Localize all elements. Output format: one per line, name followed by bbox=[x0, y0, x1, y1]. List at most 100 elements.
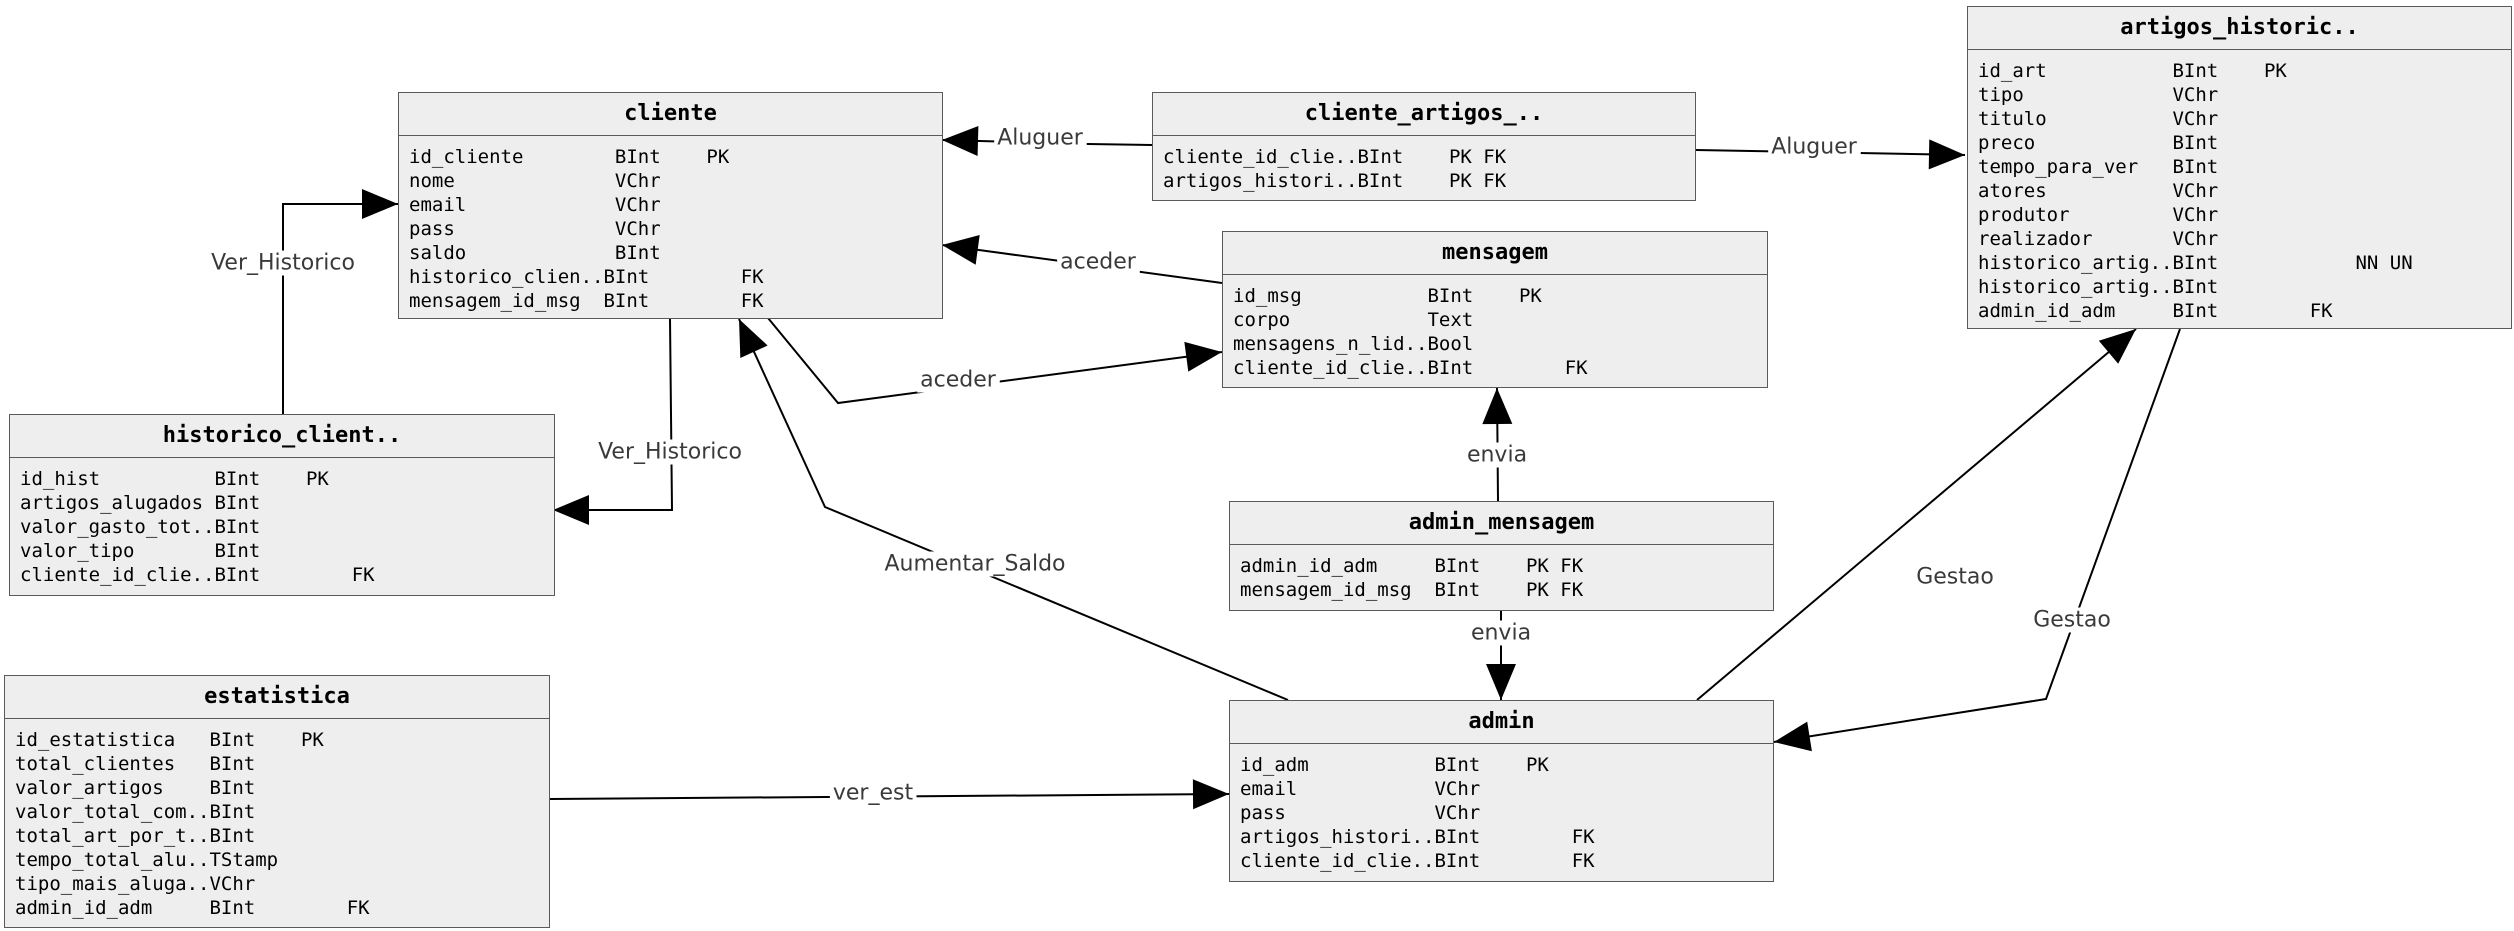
entity-title: estatistica bbox=[5, 676, 549, 719]
attribute-row: historico_artig..BInt bbox=[1978, 276, 2219, 298]
relationship-ver-est: ver_est bbox=[549, 779, 1230, 810]
arrow-head-icon bbox=[362, 189, 398, 219]
attribute-list: id_adm BInt PK email VChr pass VChr arti… bbox=[1230, 744, 1773, 873]
attribute-row: total_clientes BInt bbox=[15, 753, 256, 775]
arrow-head-icon bbox=[553, 495, 589, 525]
attribute-row: produtor VChr bbox=[1978, 204, 2219, 226]
attribute-row: admin_id_adm BInt PK FK bbox=[1240, 555, 1584, 577]
entity-cliente[interactable]: cliente id_cliente BInt PK nome VChr ema… bbox=[398, 92, 943, 319]
attribute-row: historico_artig..BInt NN UN bbox=[1978, 252, 2413, 274]
attribute-row: id_art BInt PK bbox=[1978, 60, 2287, 82]
entity-title: mensagem bbox=[1223, 232, 1767, 275]
attribute-row: admin_id_adm BInt FK bbox=[15, 897, 370, 919]
attribute-row: preco BInt bbox=[1978, 132, 2219, 154]
attribute-row: artigos_histori..BInt FK bbox=[1240, 826, 1595, 848]
attribute-row: cliente_id_clie..BInt PK FK bbox=[1163, 146, 1507, 168]
attribute-row: id_hist BInt PK bbox=[20, 468, 329, 490]
attribute-row: tempo_total_alu..TStamp bbox=[15, 849, 279, 871]
attribute-list: id_msg BInt PK corpo Text mensagens_n_li… bbox=[1223, 275, 1767, 380]
attribute-list: admin_id_adm BInt PK FK mensagem_id_msg … bbox=[1230, 545, 1773, 602]
attribute-row: cliente_id_clie..BInt FK bbox=[20, 564, 375, 586]
arrow-head-icon bbox=[1486, 664, 1516, 700]
attribute-row: pass VChr bbox=[409, 218, 661, 240]
entity-mensagem[interactable]: mensagem id_msg BInt PK corpo Text mensa… bbox=[1222, 231, 1768, 388]
attribute-row: titulo VChr bbox=[1978, 108, 2219, 130]
attribute-row: cliente_id_clie..BInt FK bbox=[1240, 850, 1595, 872]
arrow-head-icon bbox=[1184, 341, 1222, 372]
attribute-row: admin_id_adm BInt FK bbox=[1978, 300, 2333, 322]
entity-cliente-artigos[interactable]: cliente_artigos_.. cliente_id_clie..BInt… bbox=[1152, 92, 1696, 201]
relationship-gestao-down: Gestao bbox=[1773, 328, 2181, 752]
attribute-row: artigos_alugados BInt bbox=[20, 492, 261, 514]
attribute-list: cliente_id_clie..BInt PK FK artigos_hist… bbox=[1153, 136, 1695, 193]
relationship-label: aceder bbox=[1060, 250, 1137, 275]
relationship-label: Aluguer bbox=[1771, 135, 1858, 160]
relationship-label: envia bbox=[1471, 621, 1531, 646]
entity-title: admin_mensagem bbox=[1230, 502, 1773, 545]
attribute-row: valor_tipo BInt bbox=[20, 540, 261, 562]
attribute-row: id_msg BInt PK bbox=[1233, 285, 1542, 307]
attribute-row: tipo_mais_aluga..VChr bbox=[15, 873, 256, 895]
connector-line bbox=[553, 318, 674, 511]
attribute-row: tipo VChr bbox=[1978, 84, 2219, 106]
arrow-head-icon bbox=[942, 234, 980, 265]
attribute-row: cliente_id_clie..BInt FK bbox=[1233, 357, 1588, 379]
entity-title: admin bbox=[1230, 701, 1773, 744]
attribute-row: historico_clien..BInt FK bbox=[409, 266, 764, 288]
relationship-label: ver_est bbox=[833, 781, 914, 806]
attribute-list: id_art BInt PK tipo VChr titulo VChr pre… bbox=[1968, 50, 2511, 323]
arrow-head-icon bbox=[942, 125, 979, 156]
entity-title: cliente_artigos_.. bbox=[1153, 93, 1695, 136]
entity-artigos-historic[interactable]: artigos_historic.. id_art BInt PK tipo V… bbox=[1967, 6, 2512, 329]
attribute-row: total_art_por_t..BInt bbox=[15, 825, 256, 847]
connector-line bbox=[282, 203, 398, 414]
relationship-aumentar-saldo: Aumentar_Saldo bbox=[738, 318, 1289, 701]
attribute-row: id_adm BInt PK bbox=[1240, 754, 1549, 776]
attribute-list: id_cliente BInt PK nome VChr email VChr … bbox=[399, 136, 942, 313]
relationship-aluguer-artigos: Aluguer bbox=[1695, 134, 1966, 170]
attribute-row: tempo_para_ver BInt bbox=[1978, 156, 2219, 178]
relationship-label: aceder bbox=[920, 368, 997, 393]
relationship-label: Ver_Historico bbox=[211, 251, 355, 276]
attribute-row: mensagem_id_msg BInt PK FK bbox=[1240, 579, 1584, 601]
attribute-list: id_hist BInt PK artigos_alugados BInt va… bbox=[10, 458, 554, 587]
attribute-row: valor_artigos BInt bbox=[15, 777, 256, 799]
entity-estatistica[interactable]: estatistica id_estatistica BInt PK total… bbox=[4, 675, 550, 928]
connector-line bbox=[1773, 328, 2181, 743]
entity-historico-client[interactable]: historico_client.. id_hist BInt PK artig… bbox=[9, 414, 555, 596]
attribute-row: valor_total_com..BInt bbox=[15, 801, 256, 823]
attribute-row: atores VChr bbox=[1978, 180, 2219, 202]
relationship-label: Aluguer bbox=[997, 126, 1084, 151]
relationship-envia-down: envia bbox=[1467, 611, 1535, 700]
relationship-envia-up: envia bbox=[1463, 387, 1531, 502]
relationship-ver-historico-up: Ver_Historico bbox=[208, 189, 398, 414]
connector-line bbox=[738, 318, 1289, 701]
relationship-label: Gestao bbox=[1916, 565, 1994, 590]
arrow-head-icon bbox=[1482, 388, 1513, 425]
arrow-head-icon bbox=[1192, 779, 1229, 810]
relationship-label: Ver_Historico bbox=[598, 440, 742, 465]
attribute-list: id_estatistica BInt PK total_clientes BI… bbox=[5, 719, 549, 920]
arrow-head-icon bbox=[1928, 139, 1965, 170]
attribute-row: email VChr bbox=[409, 194, 661, 216]
attribute-row: saldo BInt bbox=[409, 242, 661, 264]
attribute-row: id_cliente BInt PK bbox=[409, 146, 730, 168]
relationship-aluguer-cliente: Aluguer bbox=[941, 125, 1153, 156]
entity-admin[interactable]: admin id_adm BInt PK email VChr pass VCh… bbox=[1229, 700, 1774, 882]
relationship-ver-historico-down: Ver_Historico bbox=[553, 318, 745, 525]
relationship-label: Gestao bbox=[2033, 608, 2111, 633]
relationship-label: Aumentar_Saldo bbox=[884, 552, 1065, 577]
attribute-row: mensagem_id_msg BInt FK bbox=[409, 290, 764, 312]
entity-title: historico_client.. bbox=[10, 415, 554, 458]
attribute-row: pass VChr bbox=[1240, 802, 1481, 824]
attribute-row: corpo Text bbox=[1233, 309, 1474, 331]
attribute-row: artigos_histori..BInt PK FK bbox=[1163, 170, 1507, 192]
attribute-row: email VChr bbox=[1240, 778, 1481, 800]
attribute-row: valor_gasto_tot..BInt bbox=[20, 516, 261, 538]
relationship-aceder-cliente-mensagem: aceder bbox=[767, 317, 1223, 405]
relationship-label: envia bbox=[1467, 443, 1527, 468]
entity-admin-mensagem[interactable]: admin_mensagem admin_id_adm BInt PK FK m… bbox=[1229, 501, 1774, 611]
entity-title: artigos_historic.. bbox=[1968, 7, 2511, 50]
arrow-head-icon bbox=[2098, 329, 2136, 364]
relationship-aceder-mensagem-cliente: aceder bbox=[941, 234, 1223, 284]
